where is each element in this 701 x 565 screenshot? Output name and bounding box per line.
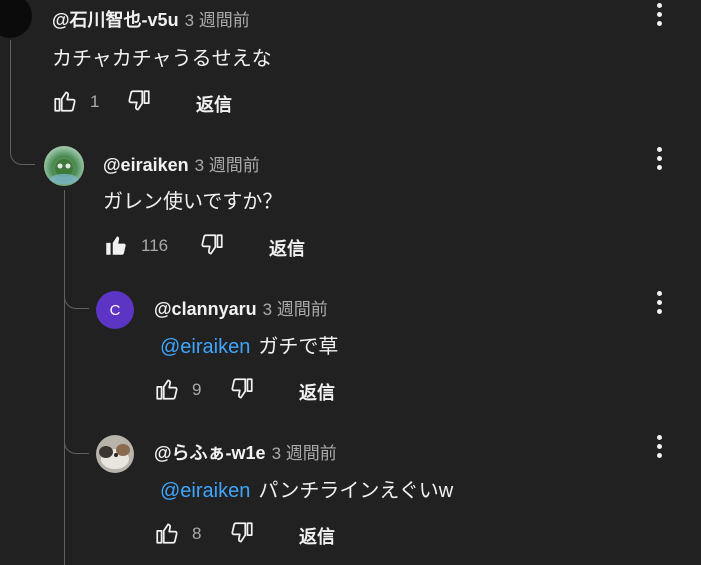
like-count: 8 [192,524,202,543]
avatar[interactable]: C [96,291,134,329]
like-count: 116 [141,236,169,255]
comment-author[interactable]: @石川智也-v5u 3 週間前 [52,6,250,32]
avatar-image [50,159,78,184]
like-count: 1 [90,92,100,111]
avatar-letter: C [109,301,121,319]
avatar[interactable] [44,146,84,186]
comment-time[interactable]: 3 週間前 [185,11,250,30]
more-actions-icon[interactable] [655,435,663,463]
thread-curve-1 [10,130,35,165]
mention-link[interactable]: @eiraiken [160,336,250,358]
thumbs-down-icon[interactable] [126,88,152,114]
more-actions-icon[interactable] [655,291,663,319]
thumbs-down-icon[interactable] [199,232,225,258]
thumbs-down-icon[interactable] [229,376,255,402]
comment-author[interactable]: @clannyaru 3 週間前 [154,295,328,320]
comment-text: ガレン使いですか？ [103,191,283,213]
comment-text: @eiraiken ガチで草 [160,330,338,359]
more-actions-icon[interactable] [655,3,663,31]
thumbs-up-icon[interactable] [154,520,180,546]
comment-author[interactable]: @eiraiken 3 週間前 [103,151,260,176]
thumbs-down-icon[interactable] [229,520,255,546]
avatar[interactable] [96,435,134,473]
thumbs-up-icon[interactable] [52,88,78,114]
avatar-image [99,444,130,469]
like-count: 9 [192,380,202,399]
comment-author[interactable]: @らふぁ-w1e 3 週間前 [154,439,337,465]
comment-body: パンチラインえぐいw [258,480,454,502]
thumbs-up-filled-icon[interactable] [103,232,129,258]
mention-link[interactable]: @eiraiken [160,480,250,502]
reply-button[interactable]: 返信 [299,379,335,405]
avatar[interactable] [0,0,32,38]
reply-button[interactable]: 返信 [196,91,232,117]
thread-curve-3 [64,425,89,454]
reply-button[interactable]: 返信 [269,235,305,261]
thread-line-sub [64,190,65,565]
comment-time[interactable]: 3 週間前 [195,156,260,175]
comment-text: @eiraiken パンチラインえぐいw [160,474,453,503]
comment-text: カチャカチャうるせえな [52,48,272,70]
thumbs-up-icon[interactable] [154,376,180,402]
comment-time[interactable]: 3 週間前 [263,300,328,319]
reply-button[interactable]: 返信 [299,523,335,549]
comment-body: ガチで草 [258,336,339,358]
comment-time[interactable]: 3 週間前 [272,444,337,463]
thread-curve-2 [64,280,89,309]
more-actions-icon[interactable] [655,147,663,175]
